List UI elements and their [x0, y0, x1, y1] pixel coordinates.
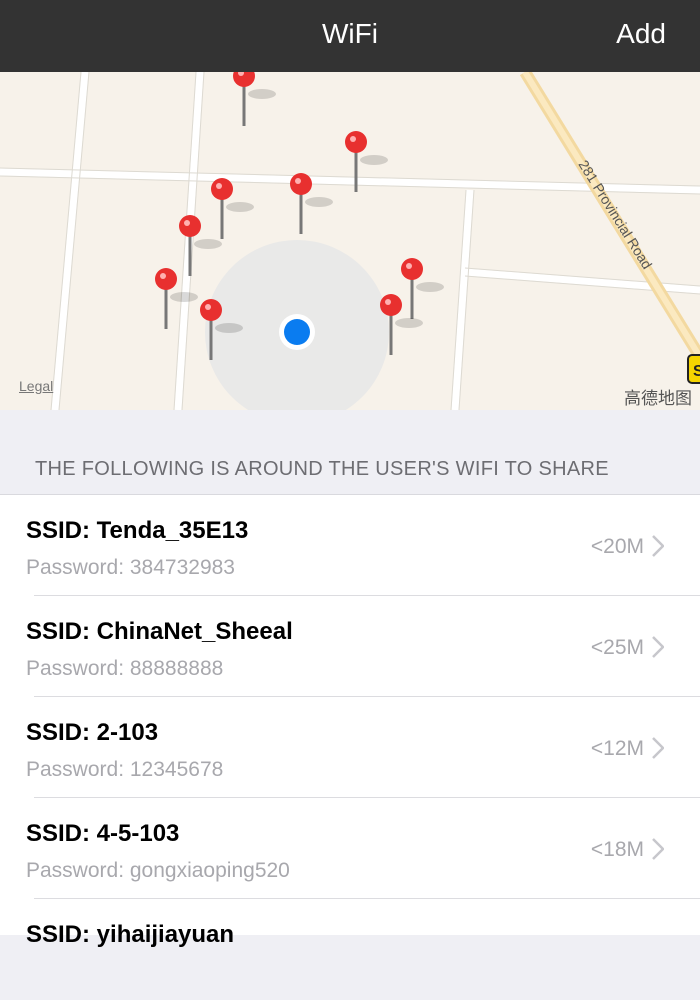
section-header-label: THE FOLLOWING IS AROUND THE USER'S WIFI … [35, 458, 609, 480]
add-button[interactable]: Add [616, 18, 666, 50]
ssid-label: SSID: 2-103 [26, 719, 159, 746]
wifi-list: SSID: Tenda_35E13 Password: 384732983 <2… [0, 494, 700, 948]
ssid-label: SSID: Tenda_35E13 [26, 517, 249, 544]
password-label: Password: gongxiaoping520 [26, 859, 290, 882]
chevron-right-icon [652, 838, 664, 860]
chevron-right-icon [652, 636, 664, 658]
map-canvas: 281 Provincial Road S [0, 72, 700, 410]
legal-link[interactable]: Legal [19, 378, 53, 394]
ssid-label: SSID: 4-5-103 [26, 820, 180, 847]
wifi-list-item[interactable]: SSID: Tenda_35E13 Password: 384732983 <2… [0, 495, 700, 596]
distance-label: <25M [590, 636, 644, 659]
chevron-right-icon [652, 535, 664, 557]
pin-icon [155, 268, 198, 329]
navigation-bar: WiFi Add [0, 0, 700, 72]
wifi-list-item[interactable]: SSID: 4-5-103 Password: gongxiaoping520 … [0, 798, 700, 899]
password-label: Password: 12345678 [26, 758, 224, 781]
chevron-right-icon [652, 737, 664, 759]
distance-label: <20M [590, 535, 644, 558]
pin-icon [401, 258, 444, 319]
distance-label: <12M [590, 737, 644, 760]
wifi-list-item[interactable]: SSID: 2-103 Password: 12345678 <12M [0, 697, 700, 798]
ssid-label: SSID: ChinaNet_Sheeal [26, 618, 293, 645]
password-label: Password: 384732983 [26, 556, 235, 579]
ssid-label: SSID: yihaijiayuan [26, 921, 235, 948]
map-view[interactable]: 281 Provincial Road S Legal 高德地图 [0, 72, 700, 410]
page-title: WiFi [322, 18, 378, 49]
map-provider-logo: 高德地图 [624, 389, 692, 408]
password-label: Password: 88888888 [26, 657, 224, 680]
wifi-list-item[interactable]: SSID: yihaijiayuan [0, 899, 700, 1000]
svg-text:S: S [693, 363, 700, 380]
wifi-list-item[interactable]: SSID: ChinaNet_Sheeal Password: 88888888… [0, 596, 700, 697]
road-label: 281 Provincial Road [575, 157, 655, 272]
distance-label: <18M [590, 838, 644, 861]
pin-icon [233, 72, 276, 126]
pin-icon [211, 178, 254, 239]
section-header: THE FOLLOWING IS AROUND THE USER'S WIFI … [0, 410, 700, 494]
